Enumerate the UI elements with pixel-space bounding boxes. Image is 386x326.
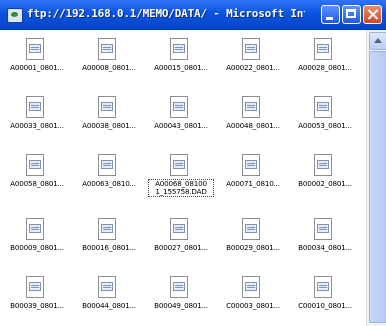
file-name: B00049_0801...	[154, 301, 208, 310]
file-item[interactable]: A00063_0810...	[76, 154, 142, 214]
file-name: B00002_0801...	[298, 179, 352, 188]
file-item[interactable]: B00016_0801...	[76, 218, 142, 278]
file-name: C00003_0801...	[226, 301, 280, 310]
file-item[interactable]: B00049_0801...	[148, 276, 214, 326]
dad-file-icon	[26, 218, 44, 240]
file-grid: A00001_0801... A00008_0801... A00015_080…	[0, 30, 366, 326]
title-bar[interactable]: ftp://192.168.0.1/MEMO/DATA/ - Microsoft…	[0, 0, 386, 30]
file-item[interactable]: C00003_0801...	[220, 276, 286, 326]
dad-file-icon	[170, 276, 188, 298]
file-item[interactable]: A00071_0810...	[220, 154, 286, 214]
file-item[interactable]: A00033_0801...	[4, 96, 70, 156]
file-name: B00034_0801...	[298, 243, 352, 252]
file-name: A00008_0801...	[82, 63, 136, 72]
dad-file-icon	[314, 218, 332, 240]
dad-file-icon	[26, 96, 44, 118]
file-name: C00010_0801...	[298, 301, 352, 310]
file-item[interactable]: A00058_0801...	[4, 154, 70, 214]
maximize-button[interactable]	[342, 5, 361, 24]
scroll-up-icon[interactable]	[369, 32, 386, 50]
dad-file-icon	[98, 218, 116, 240]
file-name: A00043_0801...	[154, 121, 208, 130]
dad-file-icon	[98, 154, 116, 176]
file-item[interactable]: B00034_0801...	[292, 218, 358, 278]
dad-file-icon	[242, 218, 260, 240]
minimize-button[interactable]	[321, 5, 340, 24]
dad-file-icon	[314, 96, 332, 118]
file-name: B00044_0801...	[82, 301, 136, 310]
dad-file-icon	[170, 38, 188, 60]
window-title: ftp://192.168.0.1/MEMO/DATA/ - Microsoft…	[27, 7, 305, 20]
dad-file-icon	[242, 38, 260, 60]
file-item[interactable]: A00001_0801...	[4, 38, 70, 98]
file-item[interactable]: A00022_0801...	[220, 38, 286, 98]
file-name: A00063_0810...	[82, 179, 136, 188]
file-name: B00009_0801...	[10, 243, 64, 252]
file-name: A00028_0801...	[298, 63, 352, 72]
file-item[interactable]: A00028_0801...	[292, 38, 358, 98]
file-name: A00033_0801...	[10, 121, 64, 130]
dad-file-icon	[242, 154, 260, 176]
dad-file-icon	[242, 276, 260, 298]
file-item[interactable]: B00044_0801...	[76, 276, 142, 326]
dad-file-icon	[314, 38, 332, 60]
file-name: A00015_0801...	[154, 63, 208, 72]
file-item[interactable]: B00009_0801...	[4, 218, 70, 278]
dad-file-icon	[98, 276, 116, 298]
close-button[interactable]	[363, 5, 382, 24]
dad-file-icon	[98, 96, 116, 118]
file-item[interactable]: A00008_0801...	[76, 38, 142, 98]
file-name: A00058_0801...	[10, 179, 64, 188]
file-name: A00001_0801...	[10, 63, 64, 72]
dad-file-icon	[26, 38, 44, 60]
file-item[interactable]: B00002_0801...	[292, 154, 358, 214]
dad-file-icon	[314, 154, 332, 176]
file-item-selected[interactable]: A00068_08100 1_155758.DAD	[148, 154, 214, 214]
file-item[interactable]: B00039_0801...	[4, 276, 70, 326]
file-item[interactable]: B00029_0801...	[220, 218, 286, 278]
file-name: B00016_0801...	[82, 243, 136, 252]
dad-file-icon	[170, 96, 188, 118]
file-name: A00022_0801...	[226, 63, 280, 72]
file-name: A00053_0801...	[298, 121, 352, 130]
file-item[interactable]: C00010_0801...	[292, 276, 358, 326]
dad-file-icon	[170, 154, 188, 176]
file-name: A00048_0801...	[226, 121, 280, 130]
file-item[interactable]: A00015_0801...	[148, 38, 214, 98]
scroll-thumb[interactable]	[369, 51, 386, 323]
dad-file-icon	[314, 276, 332, 298]
dad-file-icon	[98, 38, 116, 60]
file-name: B00039_0801...	[10, 301, 64, 310]
file-item[interactable]: A00053_0801...	[292, 96, 358, 156]
ie-folder-icon	[7, 8, 23, 23]
file-name: A00071_0810...	[226, 179, 280, 188]
file-name: B00029_0801...	[226, 243, 280, 252]
file-item[interactable]: A00048_0801...	[220, 96, 286, 156]
vertical-scrollbar[interactable]	[366, 30, 386, 326]
file-item[interactable]: A00043_0801...	[148, 96, 214, 156]
file-item[interactable]: A00038_0801...	[76, 96, 142, 156]
ftp-explorer-window: ftp://192.168.0.1/MEMO/DATA/ - Microsoft…	[0, 0, 386, 326]
dad-file-icon	[170, 218, 188, 240]
file-name: A00038_0801...	[82, 121, 136, 130]
file-item[interactable]: B00027_0801...	[148, 218, 214, 278]
file-name: A00068_08100 1_155758.DAD	[148, 179, 214, 197]
dad-file-icon	[26, 154, 44, 176]
dad-file-icon	[26, 276, 44, 298]
file-name: B00027_0801...	[154, 243, 208, 252]
dad-file-icon	[242, 96, 260, 118]
